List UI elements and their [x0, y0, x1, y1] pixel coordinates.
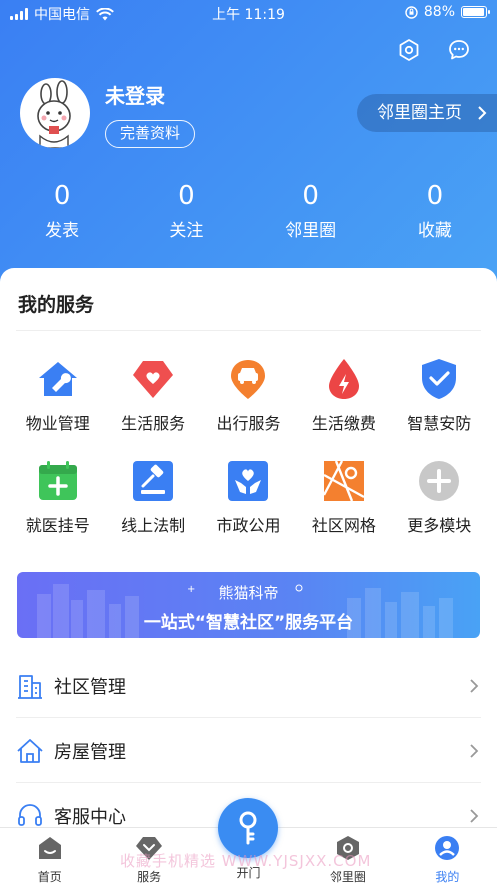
stat-value: 0	[302, 181, 319, 211]
car-icon	[225, 356, 271, 402]
stats-row: 0 发表 0 关注 0 邻里圈 0 收藏	[0, 180, 497, 241]
hands-heart-icon	[225, 458, 271, 504]
building-icon	[18, 674, 42, 699]
chevron-right-icon	[470, 743, 479, 758]
username[interactable]: 未登录	[105, 80, 165, 109]
services-grid: 物业管理 生活服务 出行服务 生活缴费 智慧安防 就医挂号 线上法制 市政公用 …	[10, 350, 487, 536]
service-label: 生活缴费	[311, 414, 376, 433]
stat-value: 0	[426, 181, 444, 211]
battery-fill	[463, 8, 485, 16]
watermark: 收藏手机精选 WWW.YJSJXX.COM	[120, 852, 372, 870]
stat-label: 关注	[169, 221, 204, 241]
service-label: 线上法制	[121, 516, 186, 535]
stat-favorites[interactable]: 0 收藏	[373, 180, 497, 241]
open-door-button[interactable]	[218, 798, 278, 858]
service-label: 物业管理	[25, 414, 90, 433]
list-item-community-management[interactable]: 社区管理	[16, 654, 481, 718]
circle-home-button[interactable]: 邻里圈主页	[357, 94, 497, 132]
service-label: 出行服务	[216, 414, 281, 433]
plus-circle-icon	[416, 458, 462, 504]
stat-label: 发表	[45, 221, 80, 241]
list-item-label: 房屋管理	[54, 741, 126, 763]
list-item-house-management[interactable]: 房屋管理	[16, 719, 481, 783]
battery-percent: 88%	[423, 4, 455, 20]
chevron-right-icon	[470, 678, 479, 693]
stat-posts[interactable]: 0 发表	[0, 180, 124, 241]
service-label: 更多模块	[407, 516, 472, 535]
stat-following[interactable]: 0 关注	[124, 180, 248, 241]
service-travel[interactable]: 出行服务	[201, 350, 296, 434]
gavel-icon	[130, 458, 176, 504]
message-icon[interactable]	[447, 38, 471, 62]
chevron-right-icon	[478, 106, 487, 120]
tab-profile[interactable]: 我的	[398, 828, 497, 883]
house-icon	[17, 738, 43, 763]
banner-brand: 熊猫科帝	[218, 584, 279, 602]
service-property[interactable]: 物业管理	[10, 350, 105, 434]
headset-icon	[18, 804, 42, 826]
profile-icon	[435, 836, 460, 860]
service-legal[interactable]: 线上法制	[105, 452, 200, 536]
stat-value: 0	[178, 181, 195, 211]
service-label: 就医挂号	[25, 516, 90, 535]
promo-banner[interactable]: + 熊猫科帝 一站式“智慧社区”服务平台	[17, 572, 480, 638]
map-grid-icon	[321, 458, 367, 504]
settings-icon[interactable]	[397, 38, 421, 62]
service-label: 智慧安防	[407, 414, 472, 433]
complete-profile-button[interactable]: 完善资料	[105, 120, 196, 148]
service-medical[interactable]: 就医挂号	[10, 452, 105, 536]
status-bar: 中国电信 上午 11:19 88%	[0, 0, 497, 26]
circle-home-label: 邻里圈主页	[377, 103, 462, 123]
flame-drop-icon	[321, 356, 367, 402]
service-grid[interactable]: 社区网格	[296, 452, 391, 536]
avatar[interactable]	[20, 78, 90, 148]
service-label: 市政公用	[216, 516, 281, 535]
home-icon	[38, 837, 61, 859]
stat-neighbor-circle[interactable]: 0 邻里圈	[249, 180, 373, 241]
stat-label: 邻里圈	[285, 221, 337, 241]
heart-hands-icon	[130, 356, 176, 402]
service-municipal[interactable]: 市政公用	[201, 452, 296, 536]
divider	[16, 330, 481, 331]
service-more[interactable]: 更多模块	[392, 452, 487, 536]
battery-icon	[461, 6, 490, 18]
key-icon	[239, 811, 257, 845]
service-security[interactable]: 智慧安防	[392, 350, 487, 434]
service-life[interactable]: 生活服务	[105, 350, 200, 434]
list-item-label: 社区管理	[54, 676, 126, 698]
medical-calendar-icon	[35, 458, 81, 504]
banner-slogan: 一站式“智慧社区”服务平台	[143, 613, 354, 633]
orientation-lock-icon	[405, 5, 418, 19]
stat-label: 收藏	[417, 221, 452, 241]
stat-value: 0	[53, 181, 71, 211]
tab-label: 首页	[37, 870, 62, 883]
service-payment[interactable]: 生活缴费	[296, 350, 391, 434]
rabbit-avatar-icon	[37, 80, 71, 148]
header-background	[0, 0, 497, 300]
house-wrench-icon	[35, 356, 81, 402]
section-title: 我的服务	[18, 294, 95, 316]
tab-label: 我的	[435, 870, 460, 883]
service-label: 生活服务	[121, 414, 186, 433]
chevron-right-icon	[470, 809, 479, 823]
tab-home[interactable]: 首页	[0, 828, 99, 883]
shield-check-icon	[416, 356, 462, 402]
status-right: 88%	[405, 4, 490, 20]
service-label: 社区网格	[311, 516, 376, 535]
